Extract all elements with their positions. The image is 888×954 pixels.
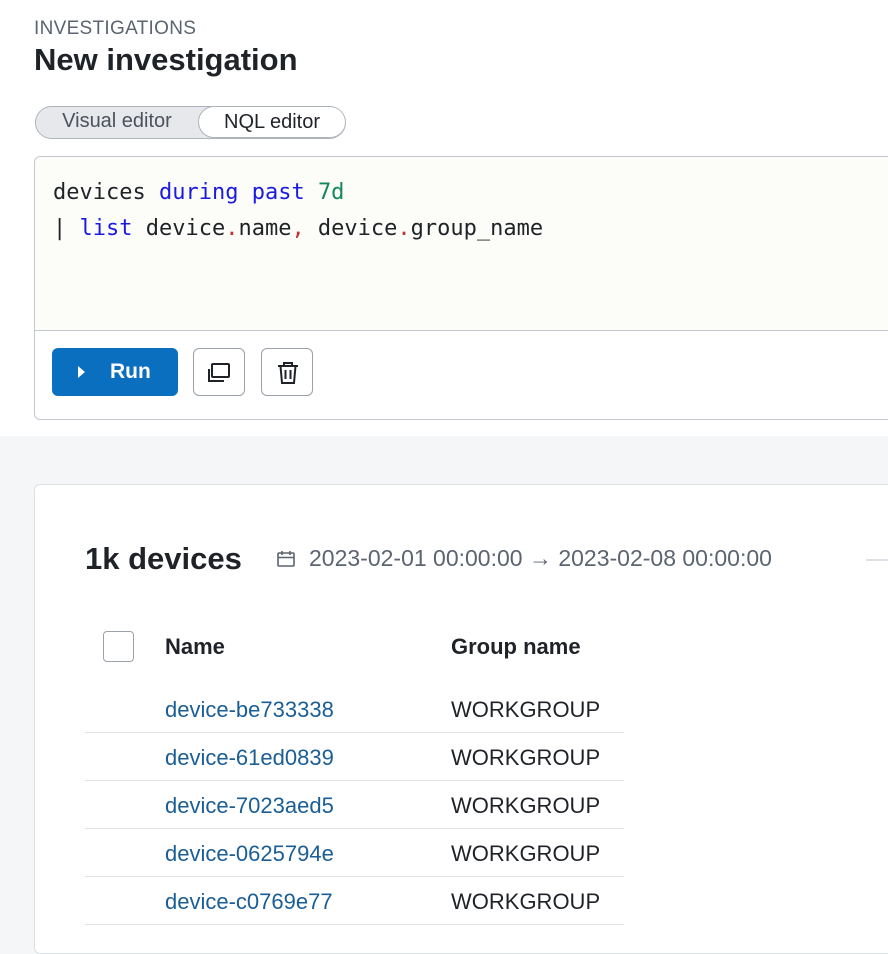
column-header-group-name[interactable]: Group name xyxy=(451,634,581,660)
device-name-link[interactable]: device-be733338 xyxy=(165,697,334,723)
table-row[interactable]: device-61ed0839 WORKGROUP xyxy=(85,733,624,781)
table-row[interactable]: device-c0769e77 WORKGROUP xyxy=(85,877,624,925)
code-token: devices xyxy=(53,180,159,205)
delete-button[interactable] xyxy=(261,348,313,396)
select-all-checkbox[interactable] xyxy=(103,631,134,662)
visual-editor-tab[interactable]: Visual editor xyxy=(36,107,198,138)
code-token: name xyxy=(238,216,292,241)
code-keyword: during xyxy=(158,180,239,205)
nql-code-input[interactable]: devices during past 7d | list device.nam… xyxy=(35,157,888,331)
duplicate-button[interactable] xyxy=(193,348,245,396)
duplicate-icon xyxy=(208,363,230,382)
table-row[interactable]: device-be733338 WORKGROUP xyxy=(85,685,624,733)
results-table-body: device-be733338 WORKGROUP device-61ed083… xyxy=(85,685,624,925)
code-punctuation: . xyxy=(225,216,239,241)
code-keyword: list xyxy=(79,216,133,241)
group-name-cell: WORKGROUP xyxy=(451,889,601,914)
code-number: 7d xyxy=(317,180,345,205)
group-name-cell: WORKGROUP xyxy=(451,697,601,722)
group-name-cell: WORKGROUP xyxy=(451,745,601,770)
divider xyxy=(866,559,888,561)
device-name-link[interactable]: device-61ed0839 xyxy=(165,745,334,771)
run-button[interactable]: Run xyxy=(52,348,178,396)
calendar-icon xyxy=(277,551,295,567)
code-punctuation: . xyxy=(397,216,411,241)
code-keyword: past xyxy=(251,180,305,205)
code-line-1: devices during past 7d xyxy=(53,180,344,205)
code-token: device xyxy=(304,216,398,241)
device-name-link[interactable]: device-7023aed5 xyxy=(165,793,334,819)
table-row[interactable]: device-7023aed5 WORKGROUP xyxy=(85,781,624,829)
group-name-cell: WORKGROUP xyxy=(451,793,601,818)
code-pipe: | xyxy=(53,216,80,241)
page-title: New investigation xyxy=(34,42,298,77)
column-header-name[interactable]: Name xyxy=(165,634,225,660)
play-icon xyxy=(78,366,85,378)
query-editor: devices during past 7d | list device.nam… xyxy=(34,156,888,420)
editor-mode-toggle: Visual editor NQL editor xyxy=(35,106,346,139)
investigation-header-panel: INVESTIGATIONS New investigation Visual … xyxy=(0,0,888,436)
device-name-link[interactable]: device-0625794e xyxy=(165,841,334,867)
date-range[interactable]: 2023-02-01 00:00:00 → 2023-02-08 00:00:0… xyxy=(309,545,772,572)
trash-icon xyxy=(278,362,298,384)
group-name-cell: WORKGROUP xyxy=(451,841,601,866)
code-line-2: | list device.name, device.group_name xyxy=(53,216,543,241)
code-token: group_name xyxy=(410,216,544,241)
code-punctuation: , xyxy=(291,216,305,241)
results-count: 1k devices xyxy=(85,541,242,576)
nql-editor-tab[interactable]: NQL editor xyxy=(198,107,345,138)
table-row[interactable]: device-0625794e WORKGROUP xyxy=(85,829,624,877)
code-token: device xyxy=(132,216,226,241)
results-panel: 1k devices 2023-02-01 00:00:00 → 2023-02… xyxy=(34,484,888,954)
breadcrumb[interactable]: INVESTIGATIONS xyxy=(34,18,196,40)
run-button-label: Run xyxy=(110,360,151,383)
device-name-link[interactable]: device-c0769e77 xyxy=(165,889,333,915)
